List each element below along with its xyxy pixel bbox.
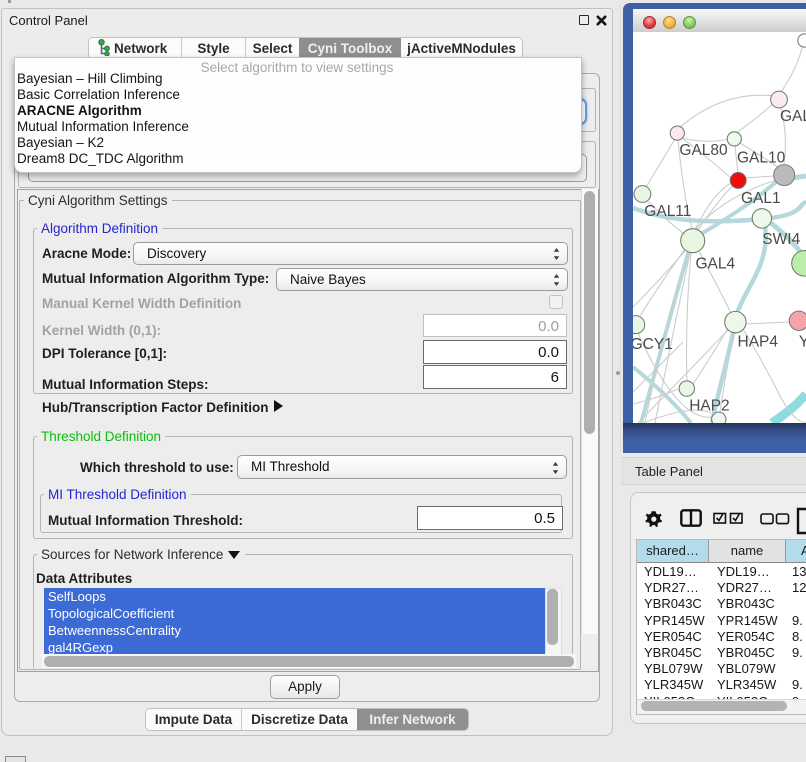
svg-text:GAL2: GAL2 bbox=[780, 108, 806, 125]
svg-text:GAL80: GAL80 bbox=[679, 142, 728, 159]
svg-text:HAP4: HAP4 bbox=[738, 333, 779, 350]
svg-text:YEL: YEL bbox=[799, 333, 806, 350]
svg-text:HAP2: HAP2 bbox=[689, 397, 730, 414]
svg-text:GAL10: GAL10 bbox=[737, 150, 786, 167]
svg-text:GCY1: GCY1 bbox=[633, 336, 673, 353]
svg-text:GAL1: GAL1 bbox=[741, 190, 781, 207]
svg-text:GAL4: GAL4 bbox=[696, 256, 736, 273]
svg-text:SWI4: SWI4 bbox=[762, 231, 800, 248]
svg-text:GAL11: GAL11 bbox=[644, 203, 691, 220]
